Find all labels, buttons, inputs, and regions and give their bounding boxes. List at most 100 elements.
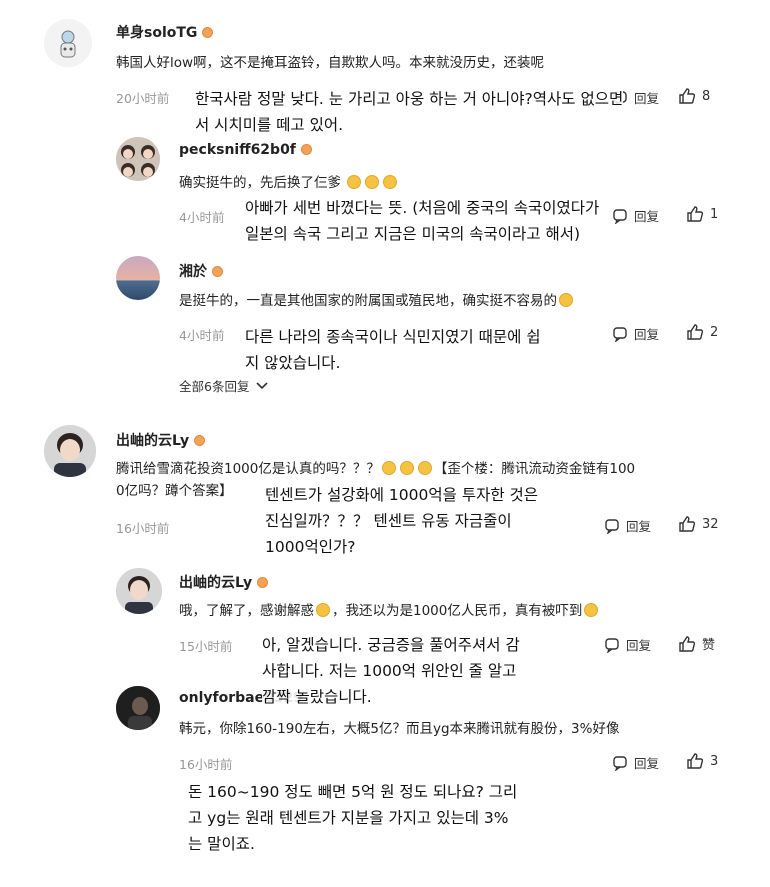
reply-label: 回复	[626, 638, 652, 653]
show-all-replies-button[interactable]: 全部6条回复	[179, 376, 269, 395]
reply-label: 回复	[626, 519, 652, 534]
sunset-photo-icon	[116, 256, 160, 300]
person-photo-icon	[44, 425, 96, 477]
person-photo-icon	[116, 137, 160, 181]
reply-button[interactable]: 回复	[604, 635, 651, 654]
emoji-icon	[347, 175, 362, 189]
expand-label: 全部6条回复	[179, 379, 250, 394]
thumbs-up-icon	[678, 87, 696, 105]
chevron-down-icon	[255, 381, 269, 391]
translation-line: 깜짝 놀랐습니다.	[262, 688, 372, 706]
thumbs-up-icon	[678, 515, 696, 533]
like-button[interactable]: 2	[686, 323, 718, 341]
translation-line: 다른 나라의 종속국이나 식민지였기 때문에 쉽	[245, 328, 541, 346]
person-photo-icon	[116, 686, 160, 730]
username-text[interactable]: 出岫的云Ly	[179, 575, 252, 591]
translation-line: 아, 알겠습니다. 궁금증을 풀어주셔서 감	[262, 636, 520, 654]
translation-line: 돈 160~190 정도 빼면 5억 원 정도 되나요? 그리	[188, 783, 518, 801]
avatar[interactable]	[116, 686, 160, 730]
emoji-icon	[316, 603, 330, 617]
like-button[interactable]: 1	[686, 205, 718, 223]
translation-line: 진심일까？？？ 텐센트 유동 자금줄이	[265, 512, 512, 530]
comment-text-content: 腾讯给雪滴花投资1000亿是认真的吗？？？	[116, 461, 380, 477]
korean-translation: 다른 나라의 종속국이나 식민지였기 때문에 쉽 지 않았습니다.	[245, 324, 541, 376]
translation-line: 1000억인가?	[265, 538, 356, 556]
reply-username[interactable]: 湘於	[179, 261, 223, 281]
translation-line: 한국사람 정말 낮다. 눈 가리고 아웅 하는 거 아니야?역사도 없으면	[195, 90, 624, 108]
comment-bubble-icon	[604, 518, 620, 534]
reply-text-content: 哦，了解了，感谢解惑	[179, 603, 314, 619]
emoji-icon	[417, 461, 432, 475]
reply-username[interactable]: 出岫的云Ly	[179, 572, 269, 592]
reply-text-content: 是挺牛的，一直是其他国家的附属国或殖民地，确实挺不容易的	[179, 293, 557, 309]
comment-time: 20小时前	[116, 91, 170, 106]
like-button[interactable]: 8	[678, 87, 710, 105]
cartoon-avatar-icon	[44, 19, 92, 67]
avatar[interactable]	[116, 137, 160, 181]
avatar[interactable]	[44, 425, 96, 477]
reply-text: 确实挺牛的，先后换了仨爹	[179, 172, 399, 194]
level-badge-icon	[194, 435, 206, 446]
emoji-icon	[383, 175, 398, 189]
emoji-icon	[584, 603, 599, 617]
thumbs-up-icon	[678, 635, 696, 653]
translation-line: 텐센트가 설강화에 1000억을 투자한 것은	[265, 486, 539, 504]
translation-line: 사합니다. 저는 1000억 위안인 줄 알고	[262, 662, 517, 680]
reply-button[interactable]: 回复	[612, 206, 659, 225]
comment-bubble-icon	[612, 755, 628, 771]
reply-username[interactable]: pecksniff62b0f	[179, 142, 312, 158]
username-text[interactable]: 单身soloTG	[116, 25, 197, 41]
reply-button[interactable]: 回复	[612, 753, 659, 772]
reply-button[interactable]: 回复	[604, 516, 651, 535]
reply-time: 4小时前	[179, 210, 225, 225]
korean-translation: 돈 160~190 정도 빼면 5억 원 정도 되나요? 그리 고 yg는 원래…	[188, 779, 518, 857]
reply-button[interactable]: 回复	[612, 324, 659, 343]
like-count: 2	[710, 324, 719, 340]
username-text[interactable]: pecksniff62b0f	[179, 142, 296, 158]
level-badge-icon	[300, 144, 312, 155]
like-count: 1	[710, 206, 719, 222]
like-count: 8	[702, 88, 711, 104]
emoji-icon	[399, 461, 414, 475]
korean-translation: 아, 알겠습니다. 궁금증을 풀어주셔서 감 사합니다. 저는 1000억 위안…	[262, 632, 520, 710]
like-count: 3	[710, 753, 719, 769]
avatar[interactable]	[44, 19, 92, 67]
reply-label: 回复	[634, 327, 660, 342]
translation-line: 서 시치미를 떼고 있어.	[195, 116, 344, 134]
like-count: 32	[702, 516, 719, 532]
like-count: 赞	[702, 638, 716, 653]
korean-translation: 아빠가 세번 바꼈다는 뜻. (처음에 중국의 속국이였다가 일본의 속국 그리…	[245, 195, 600, 247]
comment-username[interactable]: 出岫的云Ly	[116, 430, 206, 450]
reply-text: 韩元，你除160-190左右，大概5亿？而且yg本来腾讯就有股份，3%好像	[179, 721, 620, 737]
reply-label: 回复	[634, 91, 660, 106]
emoji-icon	[559, 293, 573, 307]
korean-translation: 한국사람 정말 낮다. 눈 가리고 아웅 하는 거 아니야?역사도 없으면 서 …	[195, 86, 624, 138]
level-badge-icon	[257, 577, 269, 588]
reply-label: 回复	[634, 756, 660, 771]
comment-text-content: 【歪个楼：腾讯流动资金链有100	[433, 461, 636, 477]
person-photo-icon	[116, 568, 162, 614]
like-button[interactable]: 32	[678, 515, 719, 533]
avatar[interactable]	[116, 256, 160, 300]
reply-time: 15小时前	[179, 639, 233, 654]
avatar[interactable]	[116, 568, 162, 614]
comment-bubble-icon	[612, 208, 628, 224]
reply-text-content: ，我还以为是1000亿人民币，真有被吓到	[332, 603, 583, 619]
reply-time: 16小时前	[179, 757, 233, 772]
comment-time: 16小时前	[116, 521, 170, 536]
comment-text: 韩国人好low啊，这不是掩耳盗铃，自欺欺人吗。本来就没历史，还装呢	[116, 55, 545, 71]
comment-bubble-icon	[612, 326, 628, 342]
like-button[interactable]: 3	[686, 752, 718, 770]
reply-text: 是挺牛的，一直是其他国家的附属国或殖民地，确实挺不容易的	[179, 290, 575, 312]
comment-bubble-icon	[604, 637, 620, 653]
username-text[interactable]: 出岫的云Ly	[116, 433, 189, 449]
thumbs-up-icon	[686, 323, 704, 341]
comment-username[interactable]: 单身soloTG	[116, 22, 214, 42]
translation-line: 아빠가 세번 바꼈다는 뜻. (처음에 중국의 속국이였다가	[245, 199, 600, 217]
like-button[interactable]: 赞	[678, 634, 715, 653]
username-text[interactable]: 湘於	[179, 264, 207, 280]
reply-time: 4小时前	[179, 328, 225, 343]
level-badge-icon	[202, 27, 214, 38]
thumbs-up-icon	[686, 752, 704, 770]
reply-label: 回复	[634, 209, 660, 224]
